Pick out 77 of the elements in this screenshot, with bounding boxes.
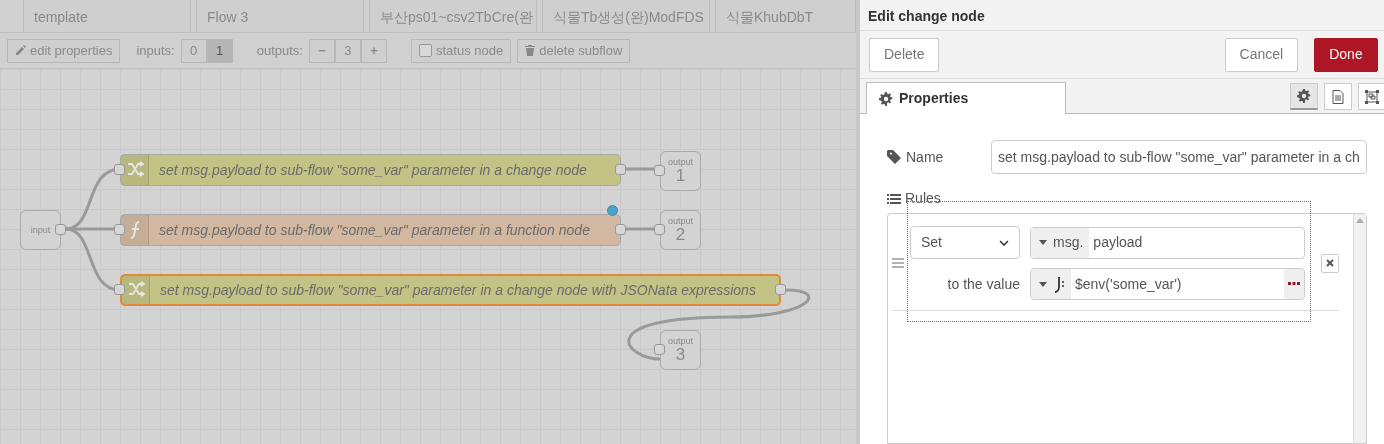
delete-subflow-button[interactable]: delete subflow: [517, 38, 631, 63]
output-port[interactable]: [615, 164, 626, 175]
function-icon: [129, 221, 140, 239]
output-port[interactable]: [55, 224, 66, 235]
trash-icon: [525, 45, 536, 56]
tag-icon: [887, 150, 901, 164]
port-number: 2: [675, 226, 686, 243]
output-port[interactable]: [775, 284, 786, 295]
input-port[interactable]: [114, 164, 125, 175]
function-node[interactable]: set msg.payload to sub-flow "some_var" parameter in a function node: [120, 214, 621, 246]
delete-button[interactable]: Delete: [869, 37, 940, 72]
port-label: output: [668, 158, 693, 167]
settings-icon: [879, 91, 893, 106]
done-button[interactable]: Done: [1314, 37, 1378, 72]
scroll-up-icon: [1355, 218, 1364, 223]
port-number: 3: [675, 346, 686, 363]
node-label: set msg.payload to sub-flow "some_var" parameter in a change node with JSONata expressions: [159, 280, 756, 300]
outputs-count: 3: [334, 38, 361, 63]
chevron-down-icon: [999, 239, 1009, 246]
close-icon: [1325, 259, 1334, 267]
drag-handle-icon: [892, 258, 904, 268]
properties-view-button[interactable]: [1289, 83, 1318, 110]
workspace-tab[interactable]: template: [23, 0, 191, 32]
output-port[interactable]: [615, 224, 626, 235]
action-select[interactable]: Set: [910, 226, 1020, 259]
description-view-button[interactable]: [1323, 83, 1352, 110]
properties-tab[interactable]: Properties: [866, 82, 1066, 114]
output-port-node[interactable]: output 1: [660, 151, 701, 191]
input-port[interactable]: [114, 224, 125, 235]
pencil-icon: [15, 45, 26, 56]
input-port[interactable]: [654, 344, 665, 355]
change-node[interactable]: set msg.payload to sub-flow "some_var" parameter in a change node: [120, 154, 621, 186]
output-port-node[interactable]: output 3: [660, 330, 701, 370]
appearance-view-button[interactable]: [1357, 83, 1384, 110]
node-label: set msg.payload to sub-flow "some_var" parameter in a function node: [158, 220, 590, 240]
expand-button[interactable]: [1284, 269, 1304, 299]
increment-button[interactable]: +: [360, 38, 387, 63]
workspace-tab[interactable]: 식물Tb생성(완)ModFDS: [542, 0, 710, 32]
frame-icon: [1364, 89, 1379, 104]
input-port[interactable]: [654, 165, 665, 176]
workspace-tab[interactable]: Flow 3: [196, 0, 364, 32]
remove-rule-button[interactable]: [1320, 253, 1339, 273]
port-label: output: [668, 217, 693, 226]
ellipsis-icon: [1288, 282, 1300, 286]
node-label: set msg.payload to sub-flow "some_var" parameter in a change node: [158, 160, 587, 180]
workspace-tab[interactable]: 부산ps01~csv2TbCre(완: [369, 0, 537, 32]
caret-icon: [1039, 240, 1047, 245]
status-node-checkbox[interactable]: status node: [410, 38, 512, 63]
property-field[interactable]: msg. payload: [1030, 226, 1305, 259]
inputs-label: inputs:: [136, 41, 175, 60]
outputs-label: outputs:: [256, 41, 303, 60]
name-label: Name: [906, 147, 944, 167]
edit-properties-button[interactable]: edit properties: [7, 38, 121, 63]
decrement-button[interactable]: −: [308, 38, 335, 63]
to-label: to the value: [946, 274, 1020, 294]
input-count-option[interactable]: 1: [206, 38, 233, 63]
input-count-option[interactable]: 0: [180, 38, 207, 63]
expression-icon: [1053, 275, 1065, 293]
cancel-button[interactable]: Cancel: [1224, 37, 1299, 72]
panel-title: Edit change node: [860, 0, 1384, 31]
input-port[interactable]: [114, 284, 125, 295]
input-port[interactable]: [654, 224, 665, 235]
document-icon: [1330, 89, 1345, 104]
value-field[interactable]: $env('some_var'): [1030, 268, 1305, 300]
output-port-node[interactable]: output 2: [660, 210, 701, 250]
caret-icon: [1039, 281, 1047, 287]
port-label: input: [30, 225, 51, 235]
port-number: 1: [675, 167, 686, 184]
change-node[interactable]: set msg.payload to sub-flow "some_var" parameter in a change node with JSONata expressions: [120, 274, 781, 306]
list-icon: [887, 192, 901, 205]
shuffle-icon: [125, 160, 144, 180]
input-port-node[interactable]: input: [20, 210, 61, 250]
workspace-tab[interactable]: 식물KhubDbT: [715, 0, 856, 32]
shuffle-icon: [126, 280, 145, 300]
settings-icon: [1296, 89, 1311, 103]
port-label: output: [668, 337, 693, 346]
name-field[interactable]: set msg.payload to sub-flow "some_var" parameter in a ch: [991, 140, 1367, 174]
